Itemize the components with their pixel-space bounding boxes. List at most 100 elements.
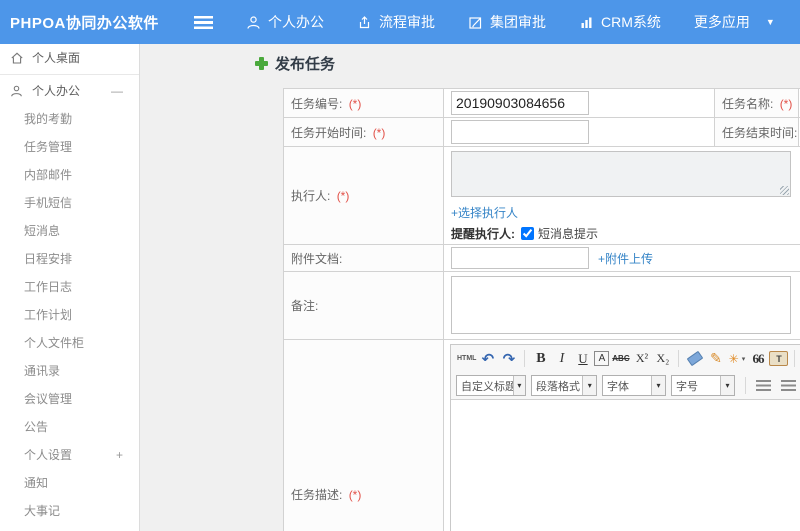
sidebar-item-contacts[interactable]: 通讯录 [0, 357, 139, 385]
sidebar-item-personal-desktop[interactable]: 个人桌面 [0, 44, 139, 72]
sidebar-item-my-attendance[interactable]: 我的考勤 [0, 105, 139, 133]
executor-textarea[interactable] [451, 151, 791, 197]
redo-button[interactable]: ↷ [499, 349, 518, 369]
sidebar-item-personal-office[interactable]: 个人办公 — [0, 77, 139, 105]
sidebar-item-label: 我的考勤 [24, 112, 73, 126]
sidebar-item-internal-mail[interactable]: 内部邮件 [0, 161, 139, 189]
toolbar-separator [678, 350, 680, 367]
description-field-cell: HTML↶↷BIUAABCX²X₂✎✳▾66TA▾ 自定义标题▾段落格式▾字体▾… [443, 339, 800, 531]
sidebar-item-notice[interactable]: 通知 [0, 469, 139, 497]
align-center-button[interactable] [781, 380, 796, 391]
description-label-cell: 任务描述: (*) [283, 339, 444, 531]
sms-remind-label: 短消息提示 [538, 227, 599, 241]
toolbar-separator [745, 377, 746, 394]
source-button[interactable]: HTML [457, 349, 476, 369]
chevron-down-icon[interactable]: ▾ [720, 376, 734, 395]
sidebar-item-announcement[interactable]: 公告 [0, 413, 139, 441]
chevron-down-icon[interactable]: ▾ [742, 355, 746, 363]
task-number-label-cell: 任务编号: (*) [283, 88, 444, 118]
nav-group-approval[interactable]: 集团审批 [468, 12, 546, 32]
sidebar-item-mobile-sms[interactable]: 手机短信 [0, 189, 139, 217]
blockquote-button[interactable]: 66 [748, 349, 767, 369]
required-mark: (*) [336, 189, 350, 203]
collapse-icon[interactable]: — [111, 77, 123, 105]
end-time-label-cell: 任务结束时间: (*) [714, 117, 799, 147]
rich-text-editor: HTML↶↷BIUAABCX²X₂✎✳▾66TA▾ 自定义标题▾段落格式▾字体▾… [450, 344, 800, 531]
italic-button[interactable]: I [552, 349, 571, 369]
sidebar-item-events[interactable]: 大事记 [0, 497, 139, 525]
sidebar-item-short-message[interactable]: 短消息 [0, 217, 139, 245]
sidebar: 个人桌面个人办公 — 我的考勤任务管理 内部邮件 手机短信 短消息 日程安排工作日志工作计划… [0, 44, 140, 531]
required-mark: (*) [348, 488, 362, 502]
expand-icon[interactable]: + [116, 441, 123, 469]
chevron-down-icon[interactable]: ▼ [766, 17, 775, 27]
autotypeset-button[interactable]: A [594, 351, 610, 366]
start-time-field-cell [443, 117, 715, 147]
sidebar-item-label: 工作日志 [24, 280, 73, 294]
auto-format-button[interactable]: ✳ ▾ [727, 349, 746, 369]
task-name-label: 任务名称: [722, 96, 774, 111]
nav-label: CRM系统 [601, 14, 661, 30]
paragraph-format-select[interactable]: 段落格式 ▾ [531, 375, 597, 396]
chevron-down-icon[interactable]: ▾ [651, 376, 665, 395]
sidebar-item-meeting-management[interactable]: 会议管理 [0, 385, 139, 413]
end-time-label: 任务结束时间: [722, 125, 798, 140]
chevron-down-icon[interactable]: ▾ [582, 376, 596, 395]
editor-toolbar-row1: HTML↶↷BIUAABCX²X₂✎✳▾66TA▾ [451, 345, 800, 372]
sms-remind-checkbox[interactable] [521, 227, 534, 240]
sidebar-item-personal-files[interactable]: 个人文件柜 [0, 329, 139, 357]
align-left-button[interactable] [756, 380, 771, 391]
table-row: 任务开始时间: (*) 任务结束时间: (*) [283, 117, 800, 147]
toolbar-separator [794, 350, 796, 367]
executor-label: 执行人: [291, 189, 331, 203]
sidebar-item-news[interactable]: 新闻 [0, 525, 139, 531]
editor-toolbar-row2: 自定义标题 ▾ 段落格式 ▾ 字体 ▾ 字号 ▾ [451, 372, 800, 399]
hamburger-menu-icon[interactable] [194, 15, 213, 29]
custom-title-select[interactable]: 自定义标题 ▾ [456, 375, 526, 396]
remark-textarea[interactable] [451, 276, 791, 334]
task-number-input[interactable] [451, 91, 589, 115]
start-time-label-cell: 任务开始时间: (*) [283, 117, 444, 147]
attachment-label: 附件文档: [291, 251, 343, 266]
subscript-button[interactable]: X₂ [653, 349, 672, 369]
sidebar-divider [0, 74, 139, 75]
sidebar-item-label: 个人设置 [24, 448, 73, 462]
font-family-select[interactable]: 字体 ▾ [602, 375, 666, 396]
strikethrough-button[interactable]: ABC [611, 349, 630, 369]
paste-as-text-button[interactable]: T [769, 351, 789, 366]
format-brush-button[interactable]: ✎ [706, 349, 725, 369]
font-size-select[interactable]: 字号 ▾ [671, 375, 735, 396]
sidebar-item-schedule[interactable]: 日程安排 [0, 245, 139, 273]
required-mark: (*) [372, 125, 386, 140]
eraser-button[interactable] [685, 349, 704, 369]
bold-button[interactable]: B [531, 349, 550, 369]
undo-button[interactable]: ↶ [478, 349, 497, 369]
task-number-label: 任务编号: [291, 96, 343, 111]
select-label: 字号 [676, 380, 698, 393]
page-title: 发布任务 [255, 51, 335, 75]
nav-label: 个人办公 [268, 14, 324, 30]
nav-crm-system[interactable]: CRM系统 [579, 12, 661, 32]
flow-icon [357, 15, 372, 30]
sidebar-item-personal-settings[interactable]: 个人设置 + [0, 441, 139, 469]
attachment-input[interactable] [451, 247, 589, 269]
sidebar-item-label: 公告 [24, 420, 49, 434]
nav-personal-office[interactable]: 个人办公 [246, 12, 324, 32]
nav-more-apps[interactable]: 更多应用 ▼ [694, 12, 775, 32]
sidebar-item-work-plan[interactable]: 工作计划 [0, 301, 139, 329]
sidebar-item-task-management[interactable]: 任务管理 [0, 133, 139, 161]
underline-button[interactable]: U [573, 349, 592, 369]
page-title-text: 发布任务 [275, 55, 336, 73]
required-mark: (*) [348, 96, 362, 111]
user-icon [10, 84, 26, 98]
superscript-button[interactable]: X² [632, 349, 651, 369]
choose-executor-link[interactable]: +选择执行人 [451, 206, 518, 220]
attachment-upload-link[interactable]: +附件上传 [598, 250, 653, 267]
sidebar-item-label: 会议管理 [24, 392, 73, 406]
sidebar-item-work-log[interactable]: 工作日志 [0, 273, 139, 301]
chevron-down-icon[interactable]: ▾ [512, 376, 525, 395]
editor-content[interactable] [451, 399, 800, 531]
start-time-label: 任务开始时间: [291, 125, 367, 140]
nav-process-approval[interactable]: 流程审批 [357, 12, 435, 32]
start-time-input[interactable] [451, 120, 589, 144]
